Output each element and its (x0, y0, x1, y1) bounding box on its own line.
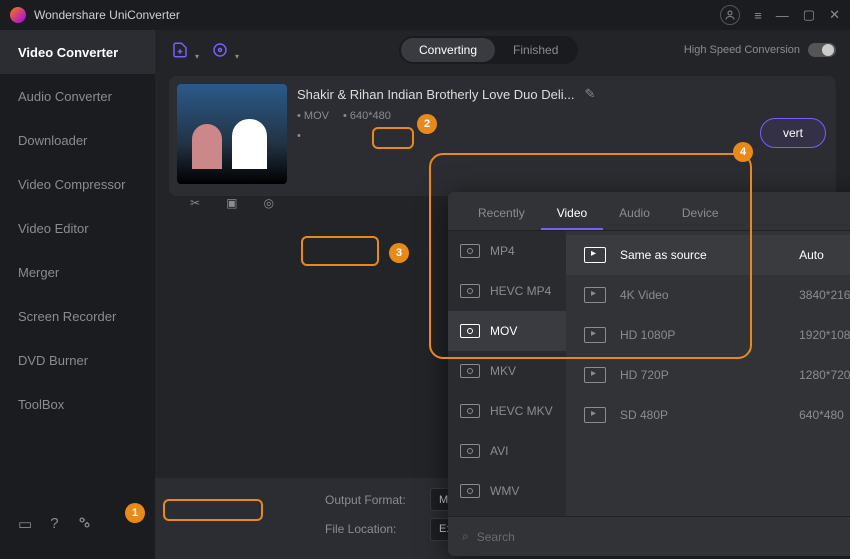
format-list: MP4 HEVC MP4 MOV MKV HEVC MKV AVI WMV M4… (448, 231, 566, 516)
titlebar: Wondershare UniConverter ≡ — ▢ ✕ (0, 0, 850, 30)
sidebar-item-video-converter[interactable]: Video Converter (0, 30, 155, 74)
tab-finished[interactable]: Finished (495, 38, 576, 62)
sidebar-item-downloader[interactable]: Downloader (0, 118, 155, 162)
res-icon (584, 247, 606, 263)
resolution-720p[interactable]: HD 720P1280*720✎ (566, 355, 850, 395)
media-resolution: 640*480 (350, 110, 391, 122)
crop-icon[interactable]: ▣ (226, 196, 237, 210)
format-icon (460, 444, 480, 458)
format-mp4[interactable]: MP4 (448, 231, 566, 271)
search-icon: ⌕ (462, 529, 469, 544)
resolution-list: Same as sourceAuto✎ 4K Video3840*2160✎ H… (566, 231, 850, 516)
thumbnail (177, 84, 287, 184)
resolution-same[interactable]: Same as sourceAuto✎ (566, 235, 850, 275)
target-icon[interactable] (209, 39, 231, 61)
effects-icon[interactable]: ◎ (263, 196, 273, 210)
resolution-1080p[interactable]: HD 1080P1920*1080✎ (566, 315, 850, 355)
format-hevc-mp4[interactable]: HEVC MP4 (448, 271, 566, 311)
resolution-4k[interactable]: 4K Video3840*2160✎ (566, 275, 850, 315)
toolbar: Converting Finished High Speed Conversio… (155, 30, 850, 70)
format-icon (460, 324, 480, 338)
help-icon[interactable]: ? (50, 515, 58, 534)
trim-icon[interactable]: ✂ (190, 196, 200, 210)
add-file-icon[interactable] (169, 39, 191, 61)
edit-title-icon[interactable]: ✎ (584, 86, 595, 102)
format-mkv[interactable]: MKV (448, 351, 566, 391)
convert-button[interactable]: vert (760, 118, 826, 148)
account-icon[interactable] (720, 5, 740, 25)
format-hevc-mkv[interactable]: HEVC MKV (448, 391, 566, 431)
format-icon (460, 364, 480, 378)
maximize-icon[interactable]: ▢ (803, 7, 815, 23)
format-popup: Recently Video Audio Device MP4 HEVC MP4… (448, 192, 850, 556)
media-title: Shakir & Rihan Indian Brotherly Love Duo… (297, 87, 574, 102)
sidebar-item-video-compressor[interactable]: Video Compressor (0, 162, 155, 206)
sidebar: Video Converter Audio Converter Download… (0, 30, 155, 559)
file-location-label: File Location: (325, 522, 420, 536)
res-icon (584, 287, 606, 303)
hsc-toggle[interactable] (808, 43, 836, 57)
res-icon (584, 407, 606, 423)
tab-converting[interactable]: Converting (401, 38, 495, 62)
format-icon (460, 244, 480, 258)
format-mov[interactable]: MOV (448, 311, 566, 351)
media-card: ✂ ▣ ◎ Shakir & Rihan Indian Brotherly Lo… (169, 76, 836, 196)
res-icon (584, 327, 606, 343)
close-icon[interactable]: ✕ (829, 7, 840, 23)
status-segment: Converting Finished (399, 36, 578, 64)
menu-icon[interactable]: ≡ (754, 8, 762, 23)
guide-icon[interactable]: ▭ (18, 515, 32, 534)
hsc-label: High Speed Conversion (684, 44, 800, 56)
tab-video[interactable]: Video (541, 200, 603, 230)
tab-audio[interactable]: Audio (603, 200, 666, 230)
format-icon (460, 284, 480, 298)
sidebar-item-toolbox[interactable]: ToolBox (0, 382, 155, 426)
format-avi[interactable]: AVI (448, 431, 566, 471)
res-icon (584, 367, 606, 383)
app-title: Wondershare UniConverter (34, 8, 180, 22)
sidebar-item-dvd-burner[interactable]: DVD Burner (0, 338, 155, 382)
sidebar-item-audio-converter[interactable]: Audio Converter (0, 74, 155, 118)
sidebar-item-merger[interactable]: Merger (0, 250, 155, 294)
app-logo-icon (10, 7, 26, 23)
search-input[interactable]: ⌕Search (462, 529, 850, 544)
media-format: MOV (304, 110, 329, 122)
tab-recently[interactable]: Recently (462, 200, 541, 230)
minimize-icon[interactable]: — (776, 8, 789, 23)
share-icon[interactable] (77, 515, 92, 534)
format-wmv[interactable]: WMV (448, 471, 566, 511)
tab-device[interactable]: Device (666, 200, 735, 230)
sidebar-item-video-editor[interactable]: Video Editor (0, 206, 155, 250)
format-icon (460, 484, 480, 498)
resolution-480p[interactable]: SD 480P640*480✎ (566, 395, 850, 435)
sidebar-item-screen-recorder[interactable]: Screen Recorder (0, 294, 155, 338)
output-format-label: Output Format: (325, 493, 420, 507)
format-icon (460, 404, 480, 418)
